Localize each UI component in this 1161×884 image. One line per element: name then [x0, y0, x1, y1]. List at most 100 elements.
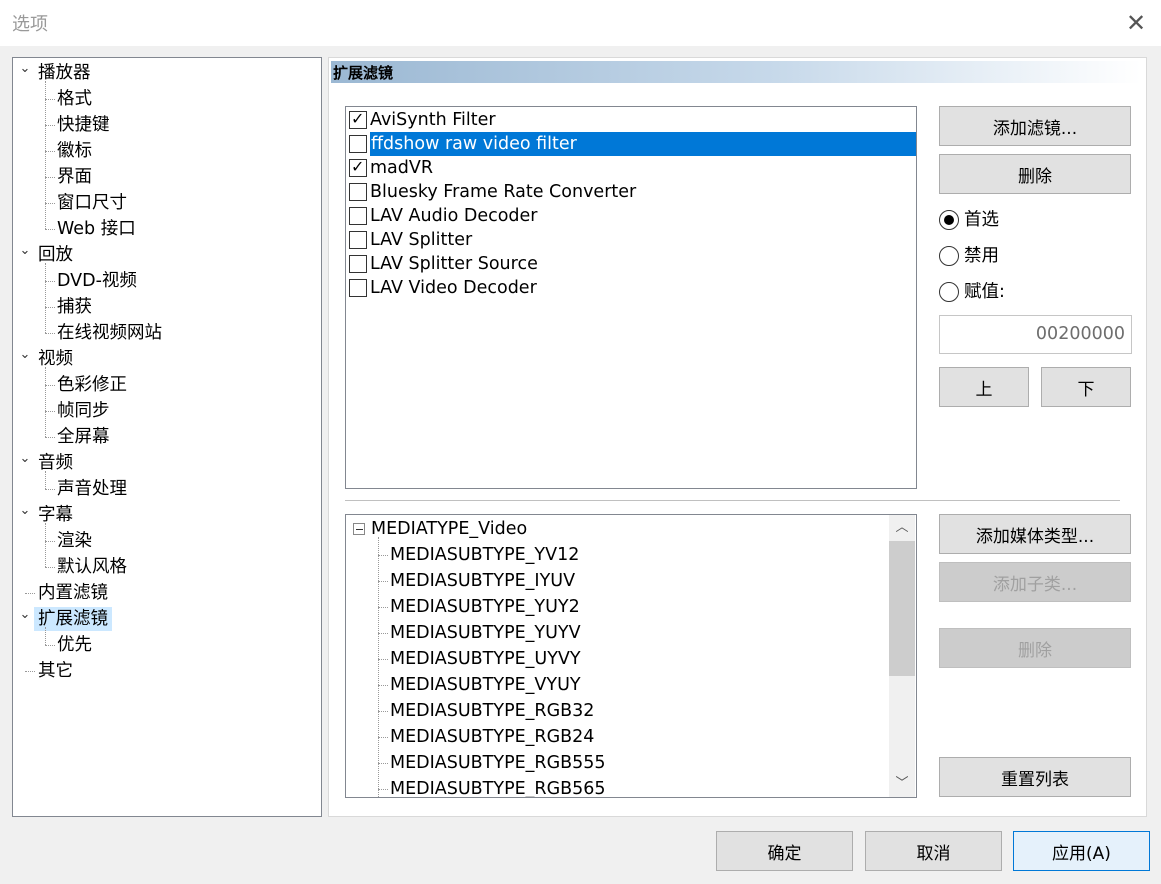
- tree-subitem[interactable]: 优先: [57, 633, 92, 657]
- external-filter-list[interactable]: ✓ AviSynth Filter ffdshow raw video filter…: [345, 106, 917, 489]
- tree-subitem[interactable]: Web 接口: [57, 217, 136, 241]
- tree-expand-chevron-icon[interactable]: ⌄: [19, 607, 31, 631]
- tree-connector: [45, 177, 55, 178]
- remove-filter-button[interactable]: 删除: [939, 154, 1131, 194]
- tree-connector: [45, 99, 55, 100]
- media-subtype-item[interactable]: MEDIASUBTYPE_UYVY: [390, 646, 581, 672]
- radio-dot-icon: [944, 215, 954, 225]
- media-subtype-item[interactable]: MEDIASUBTYPE_YUY2: [390, 594, 580, 620]
- tree-connector: [378, 789, 388, 790]
- tree-expand-chevron-icon[interactable]: ⌄: [19, 61, 31, 85]
- filter-row[interactable]: Bluesky Frame Rate Converter: [347, 180, 915, 204]
- filter-label: madVR: [370, 158, 434, 178]
- reset-list-button[interactable]: 重置列表: [939, 757, 1131, 797]
- tree-item[interactable]: 视频: [38, 347, 73, 371]
- filter-checkbox[interactable]: ✓: [349, 109, 367, 129]
- tree-expand-chevron-icon[interactable]: ⌄: [19, 503, 31, 527]
- tree-subitem[interactable]: 渲染: [57, 529, 92, 553]
- filter-row[interactable]: LAV Splitter Source: [347, 252, 915, 276]
- tree-subitem[interactable]: DVD-视频: [57, 269, 137, 293]
- tree-connector: [45, 627, 46, 645]
- tree-connector: [378, 685, 388, 686]
- tree-connector: [378, 737, 388, 738]
- tree-subitem[interactable]: 格式: [57, 87, 92, 111]
- filter-checkbox[interactable]: [349, 135, 367, 153]
- tree-subitem[interactable]: 声音处理: [57, 477, 127, 501]
- cancel-button[interactable]: 取消: [865, 831, 1002, 871]
- remove-media-type-button[interactable]: 删除: [939, 628, 1131, 668]
- merit-custom-radio[interactable]: 赋值:: [939, 280, 1059, 304]
- tree-connector: [45, 263, 46, 333]
- tree-item[interactable]: 回放: [38, 243, 73, 267]
- move-down-button[interactable]: 下: [1041, 367, 1131, 407]
- tree-connector: [45, 281, 55, 282]
- filter-row[interactable]: ✓ madVR: [347, 156, 915, 180]
- filter-row[interactable]: LAV Audio Decoder: [347, 204, 915, 228]
- merit-value-input[interactable]: 00200000: [939, 315, 1132, 354]
- media-subtype-item[interactable]: MEDIASUBTYPE_RGB565: [390, 776, 606, 797]
- media-subtype-item[interactable]: MEDIASUBTYPE_VYUY: [390, 672, 581, 698]
- close-icon: ✕: [1125, 9, 1147, 37]
- ok-button[interactable]: 确定: [716, 831, 853, 871]
- add-filter-button[interactable]: 添加滤镜...: [939, 106, 1131, 146]
- media-scrollbar-thumb[interactable]: [889, 541, 915, 676]
- tree-connector: [378, 711, 388, 712]
- scroll-down-arrow-icon[interactable]: ﹀: [889, 771, 915, 797]
- media-type-tree[interactable]: MEDIATYPE_Video MEDIASUBTYPE_YV12 MEDIASUB…: [345, 514, 917, 798]
- media-subtype-item[interactable]: MEDIASUBTYPE_YV12: [390, 542, 579, 568]
- tree-connector: [45, 307, 55, 308]
- options-tree[interactable]: ⌄ 播放器 格式 快捷键 徽标 界面 窗口尺寸 Web 接口 ⌄ 回放 DVD-视频 捕获 在线视频网站…: [12, 57, 322, 817]
- tree-connector: [378, 581, 388, 582]
- apply-button[interactable]: 应用(A): [1013, 831, 1150, 871]
- tree-subitem[interactable]: 默认风格: [57, 555, 127, 579]
- merit-preferred-radio[interactable]: 首选: [939, 208, 1059, 232]
- tree-subitem[interactable]: 色彩修正: [57, 373, 127, 397]
- tree-item[interactable]: 内置滤镜: [38, 581, 108, 605]
- tree-item[interactable]: 音频: [38, 451, 73, 475]
- media-subtype-item[interactable]: MEDIASUBTYPE_YUYV: [390, 620, 581, 646]
- tree-item[interactable]: 其它: [38, 659, 73, 683]
- tree-subitem[interactable]: 窗口尺寸: [57, 191, 127, 215]
- title-bar: [0, 0, 1161, 46]
- filter-checkbox[interactable]: [349, 279, 367, 297]
- filter-checkbox[interactable]: [349, 183, 367, 201]
- filter-label: LAV Audio Decoder: [370, 206, 538, 226]
- filter-checkbox[interactable]: [349, 231, 367, 249]
- media-type-root[interactable]: MEDIATYPE_Video: [371, 516, 527, 542]
- media-subtype-item[interactable]: MEDIASUBTYPE_IYUV: [390, 568, 575, 594]
- tree-subitem[interactable]: 帧同步: [57, 399, 110, 423]
- filter-row[interactable]: LAV Video Decoder: [347, 276, 915, 300]
- tree-subitem[interactable]: 快捷键: [57, 113, 110, 137]
- filter-checkbox[interactable]: ✓: [349, 157, 367, 177]
- tree-subitem[interactable]: 全屏幕: [57, 425, 110, 449]
- tree-expand-chevron-icon[interactable]: ⌄: [19, 243, 31, 267]
- filter-checkbox[interactable]: [349, 255, 367, 273]
- media-subtype-item[interactable]: MEDIASUBTYPE_RGB32: [390, 698, 594, 724]
- close-button[interactable]: ✕: [1120, 8, 1152, 38]
- filter-checkbox[interactable]: [349, 207, 367, 225]
- tree-connector: [25, 671, 35, 672]
- tree-subitem[interactable]: 界面: [57, 165, 92, 189]
- filter-row[interactable]: LAV Splitter: [347, 228, 915, 252]
- tree-expand-chevron-icon[interactable]: ⌄: [19, 451, 31, 475]
- tree-item[interactable]: 字幕: [38, 503, 73, 527]
- add-subtype-button[interactable]: 添加子类...: [939, 562, 1131, 602]
- media-subtype-item[interactable]: MEDIASUBTYPE_RGB24: [390, 724, 594, 750]
- filter-row[interactable]: ✓ AviSynth Filter: [347, 108, 915, 132]
- filter-row[interactable]: ffdshow raw video filter: [347, 132, 916, 156]
- scroll-up-arrow-icon[interactable]: ︿: [889, 515, 915, 541]
- move-up-button[interactable]: 上: [939, 367, 1029, 407]
- minus-box-icon[interactable]: [353, 523, 365, 535]
- check-icon: ✓: [351, 109, 365, 128]
- tree-subitem[interactable]: 捕获: [57, 295, 92, 319]
- media-subtype-item[interactable]: MEDIASUBTYPE_RGB555: [390, 750, 606, 776]
- tree-expand-chevron-icon[interactable]: ⌄: [19, 347, 31, 371]
- section-header-bar: [331, 61, 1141, 83]
- add-media-type-button[interactable]: 添加媒体类型...: [939, 514, 1131, 554]
- merit-block-radio[interactable]: 禁用: [939, 244, 1059, 268]
- tree-connector: [378, 555, 388, 556]
- tree-subitem[interactable]: 徽标: [57, 139, 92, 163]
- tree-subitem[interactable]: 在线视频网站: [57, 321, 162, 345]
- tree-connector: [45, 471, 46, 489]
- filter-label: Bluesky Frame Rate Converter: [370, 182, 637, 202]
